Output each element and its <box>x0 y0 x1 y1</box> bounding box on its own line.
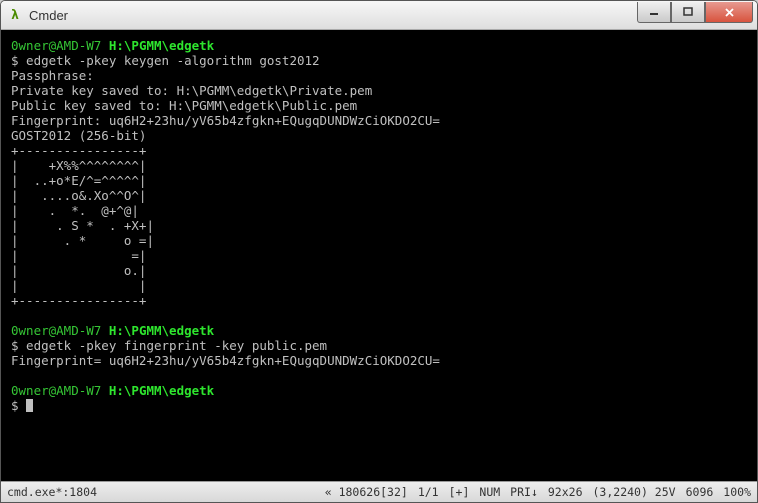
terminal-output: 0wner@AMD-W7 H:\PGMM\edgetk $ edgetk -pk… <box>11 38 747 413</box>
cmder-window: λ Cmder 0wner@AMD-W7 H:\PGMM\edgetk $ ed… <box>0 0 758 503</box>
terminal-area[interactable]: 0wner@AMD-W7 H:\PGMM\edgetk $ edgetk -pk… <box>1 30 757 481</box>
status-item: 1/1 <box>418 485 439 499</box>
status-item: 92x26 <box>548 485 583 499</box>
minimize-icon <box>649 7 659 17</box>
output-line: GOST2012 (256-bit) <box>11 128 146 143</box>
randomart-line: | . * o =| <box>11 233 154 248</box>
status-item: (3,2240) 25V <box>593 485 676 499</box>
status-item: « 180626[32] <box>325 485 408 499</box>
randomart-line: | . S * . +X+| <box>11 218 154 233</box>
close-button[interactable] <box>705 2 753 23</box>
randomart-line: | =| <box>11 248 146 263</box>
randomart-line: +----------------+ <box>11 143 146 158</box>
output-line: Private key saved to: H:\PGMM\edgetk\Pri… <box>11 83 372 98</box>
randomart-line: | o.| <box>11 263 146 278</box>
status-right: « 180626[32] 1/1 [+] NUM PRI↓ 92x26 (3,2… <box>325 485 751 499</box>
status-item: PRI↓ <box>510 485 538 499</box>
output-line: Fingerprint= uq6H2+23hu/yV65b4zfgkn+EQug… <box>11 353 440 368</box>
status-item: 100% <box>723 485 751 499</box>
command-line: $ edgetk -pkey fingerprint -key public.p… <box>11 338 327 353</box>
prompt-path: H:\PGMM\edgetk <box>109 38 214 53</box>
cursor <box>26 399 33 412</box>
output-line: Public key saved to: H:\PGMM\edgetk\Publ… <box>11 98 357 113</box>
prompt-path: H:\PGMM\edgetk <box>109 323 214 338</box>
maximize-icon <box>683 7 693 17</box>
randomart-line: +----------------+ <box>11 293 146 308</box>
randomart-line: | ....o&.Xo^^O^| <box>11 188 146 203</box>
status-item: [+] <box>449 485 470 499</box>
window-title: Cmder <box>29 8 637 23</box>
statusbar: cmd.exe*:1804 « 180626[32] 1/1 [+] NUM P… <box>1 481 757 502</box>
command-line: $ <box>11 398 26 413</box>
status-item: 6096 <box>686 485 714 499</box>
minimize-button[interactable] <box>637 2 671 23</box>
randomart-line: | ..+o*E/^=^^^^^| <box>11 173 146 188</box>
randomart-line: | . *. @+^@| <box>11 203 139 218</box>
randomart-line: | +X%%^^^^^^^^| <box>11 158 146 173</box>
prompt-user: 0wner@AMD-W7 <box>11 383 109 398</box>
prompt-path: H:\PGMM\edgetk <box>109 383 214 398</box>
lambda-icon: λ <box>7 7 23 23</box>
prompt-user: 0wner@AMD-W7 <box>11 38 109 53</box>
maximize-button[interactable] <box>671 2 705 23</box>
output-line: Passphrase: <box>11 68 94 83</box>
status-left[interactable]: cmd.exe*:1804 <box>7 485 325 499</box>
titlebar[interactable]: λ Cmder <box>1 1 757 30</box>
status-item: NUM <box>479 485 500 499</box>
window-buttons <box>637 2 753 22</box>
prompt-user: 0wner@AMD-W7 <box>11 323 109 338</box>
randomart-line: | | <box>11 278 146 293</box>
close-icon <box>724 7 735 18</box>
command-line: $ edgetk -pkey keygen -algorithm gost201… <box>11 53 320 68</box>
output-line: Fingerprint: uq6H2+23hu/yV65b4zfgkn+EQug… <box>11 113 440 128</box>
